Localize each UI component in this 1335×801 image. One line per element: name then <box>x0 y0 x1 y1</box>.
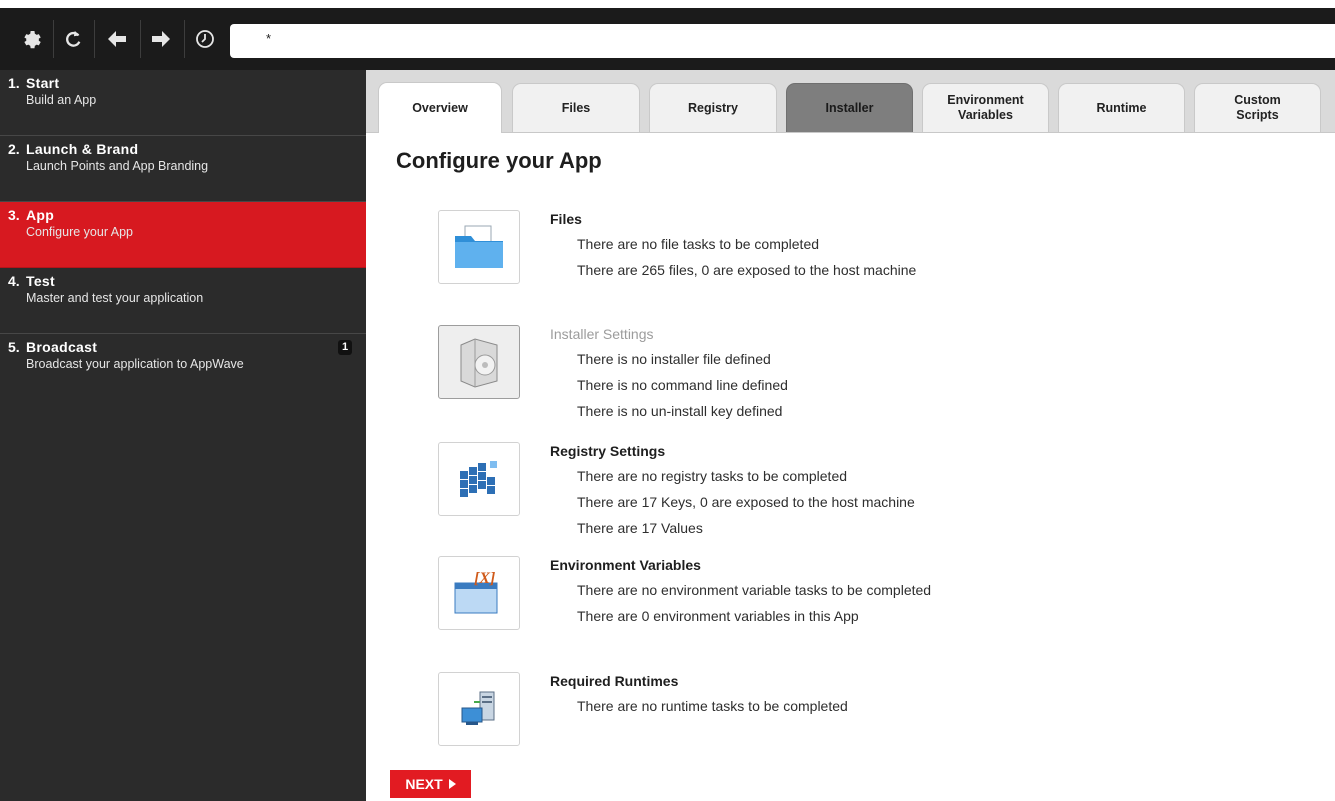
history-clock-icon[interactable] <box>190 24 220 54</box>
chevron-right-icon <box>448 779 456 789</box>
runtime-server-icon <box>461 691 495 725</box>
section-title[interactable]: Required Runtimes <box>550 673 678 689</box>
folder-icon <box>455 225 503 268</box>
notification-badge: 1 <box>338 340 352 355</box>
address-input[interactable]: * <box>230 24 1335 58</box>
tab-label: Runtime <box>1096 100 1147 115</box>
step-subtitle: Build an App <box>26 93 97 107</box>
step-number: 3. <box>8 207 20 223</box>
tab-environment-variables[interactable]: Environment Variables <box>922 83 1049 132</box>
section-line: There are 265 files, 0 are exposed to th… <box>577 262 917 278</box>
top-strip <box>0 0 1335 8</box>
tab-label: Registry <box>687 100 739 115</box>
installer-box-icon <box>460 338 498 388</box>
section-line: There are 17 Values <box>577 520 703 536</box>
step-title: Start <box>26 75 60 91</box>
step-subtitle: Master and test your application <box>26 291 204 305</box>
files-button[interactable] <box>438 210 520 284</box>
step-title: Test <box>26 273 55 289</box>
tab-label: Files <box>561 100 591 115</box>
next-button-label: NEXT <box>405 776 443 792</box>
registry-button[interactable] <box>438 442 520 516</box>
toolbar-separator <box>94 20 95 58</box>
step-title: Launch & Brand <box>26 141 139 157</box>
step-subtitle: Broadcast your application to AppWave <box>26 357 244 371</box>
tab-runtime[interactable]: Runtime <box>1058 83 1185 132</box>
section-title[interactable]: Files <box>550 211 582 227</box>
step-subtitle: Configure your App <box>26 225 134 239</box>
sidebar-step-broadcast[interactable]: 5. Broadcast Broadcast your application … <box>0 334 366 400</box>
next-button[interactable]: NEXT <box>390 770 471 798</box>
toolbar-separator <box>140 20 141 58</box>
refresh-icon[interactable] <box>58 24 88 54</box>
tab-bar: Overview Files Registry Installer Enviro… <box>366 70 1335 133</box>
section-line: There are no file tasks to be completed <box>577 236 820 252</box>
step-title: App <box>26 207 55 223</box>
main-content: Overview Files Registry Installer Enviro… <box>366 70 1335 801</box>
section-line: There are no runtime tasks to be complet… <box>577 698 848 714</box>
wizard-sidebar: 1. Start Build an App 2. Launch & Brand … <box>0 70 367 801</box>
tab-overview[interactable]: Overview <box>378 82 502 133</box>
tab-label: Custom Scripts <box>1234 93 1281 122</box>
step-number: 1. <box>8 75 20 91</box>
step-number: 5. <box>8 339 20 355</box>
section-line: There are 17 Keys, 0 are exposed to the … <box>577 494 915 510</box>
tab-custom-scripts[interactable]: Custom Scripts <box>1194 83 1321 132</box>
tab-label: Environment Variables <box>947 93 1024 122</box>
required-runtimes-button[interactable] <box>438 672 520 746</box>
section-line: There is no installer file defined <box>577 351 771 367</box>
section-line: There is no command line defined <box>577 377 788 393</box>
step-subtitle: Launch Points and App Branding <box>26 159 209 173</box>
tab-registry[interactable]: Registry <box>649 83 777 132</box>
tab-installer[interactable]: Installer <box>786 83 913 132</box>
environment-variables-button[interactable]: [X] <box>438 556 520 630</box>
sidebar-step-test[interactable]: 4. Test Master and test your application <box>0 268 366 334</box>
tab-files[interactable]: Files <box>512 83 640 132</box>
sidebar-step-start[interactable]: 1. Start Build an App <box>0 70 366 136</box>
tab-label: Installer <box>825 100 874 115</box>
registry-cubes-icon <box>460 461 497 497</box>
section-line: There are no environment variable tasks … <box>577 582 932 598</box>
toolbar-separator <box>184 20 185 58</box>
section-title[interactable]: Installer Settings <box>550 326 654 342</box>
section-title[interactable]: Registry Settings <box>550 443 665 459</box>
step-number: 4. <box>8 273 20 289</box>
step-title: Broadcast <box>26 339 98 355</box>
toolbar: * <box>0 8 1335 70</box>
sidebar-step-launch-brand[interactable]: 2. Launch & Brand Launch Points and App … <box>0 136 366 202</box>
settings-gear-icon[interactable] <box>17 24 47 54</box>
forward-arrow-icon[interactable] <box>146 24 176 54</box>
section-line: There are no registry tasks to be comple… <box>577 468 848 484</box>
page-title: Configure your App <box>396 148 602 173</box>
step-number: 2. <box>8 141 20 157</box>
environment-window-icon: [X] <box>454 570 498 614</box>
back-arrow-icon[interactable] <box>102 24 132 54</box>
installer-button[interactable] <box>438 325 520 399</box>
tab-label: Overview <box>412 100 468 115</box>
sidebar-step-app[interactable]: 3. App Configure your App <box>0 202 366 268</box>
section-line: There is no un-install key defined <box>577 403 783 419</box>
section-title[interactable]: Environment Variables <box>550 557 701 573</box>
section-line: There are 0 environment variables in thi… <box>577 608 859 624</box>
svg-text:[X]: [X] <box>474 570 495 587</box>
toolbar-separator <box>53 20 54 58</box>
